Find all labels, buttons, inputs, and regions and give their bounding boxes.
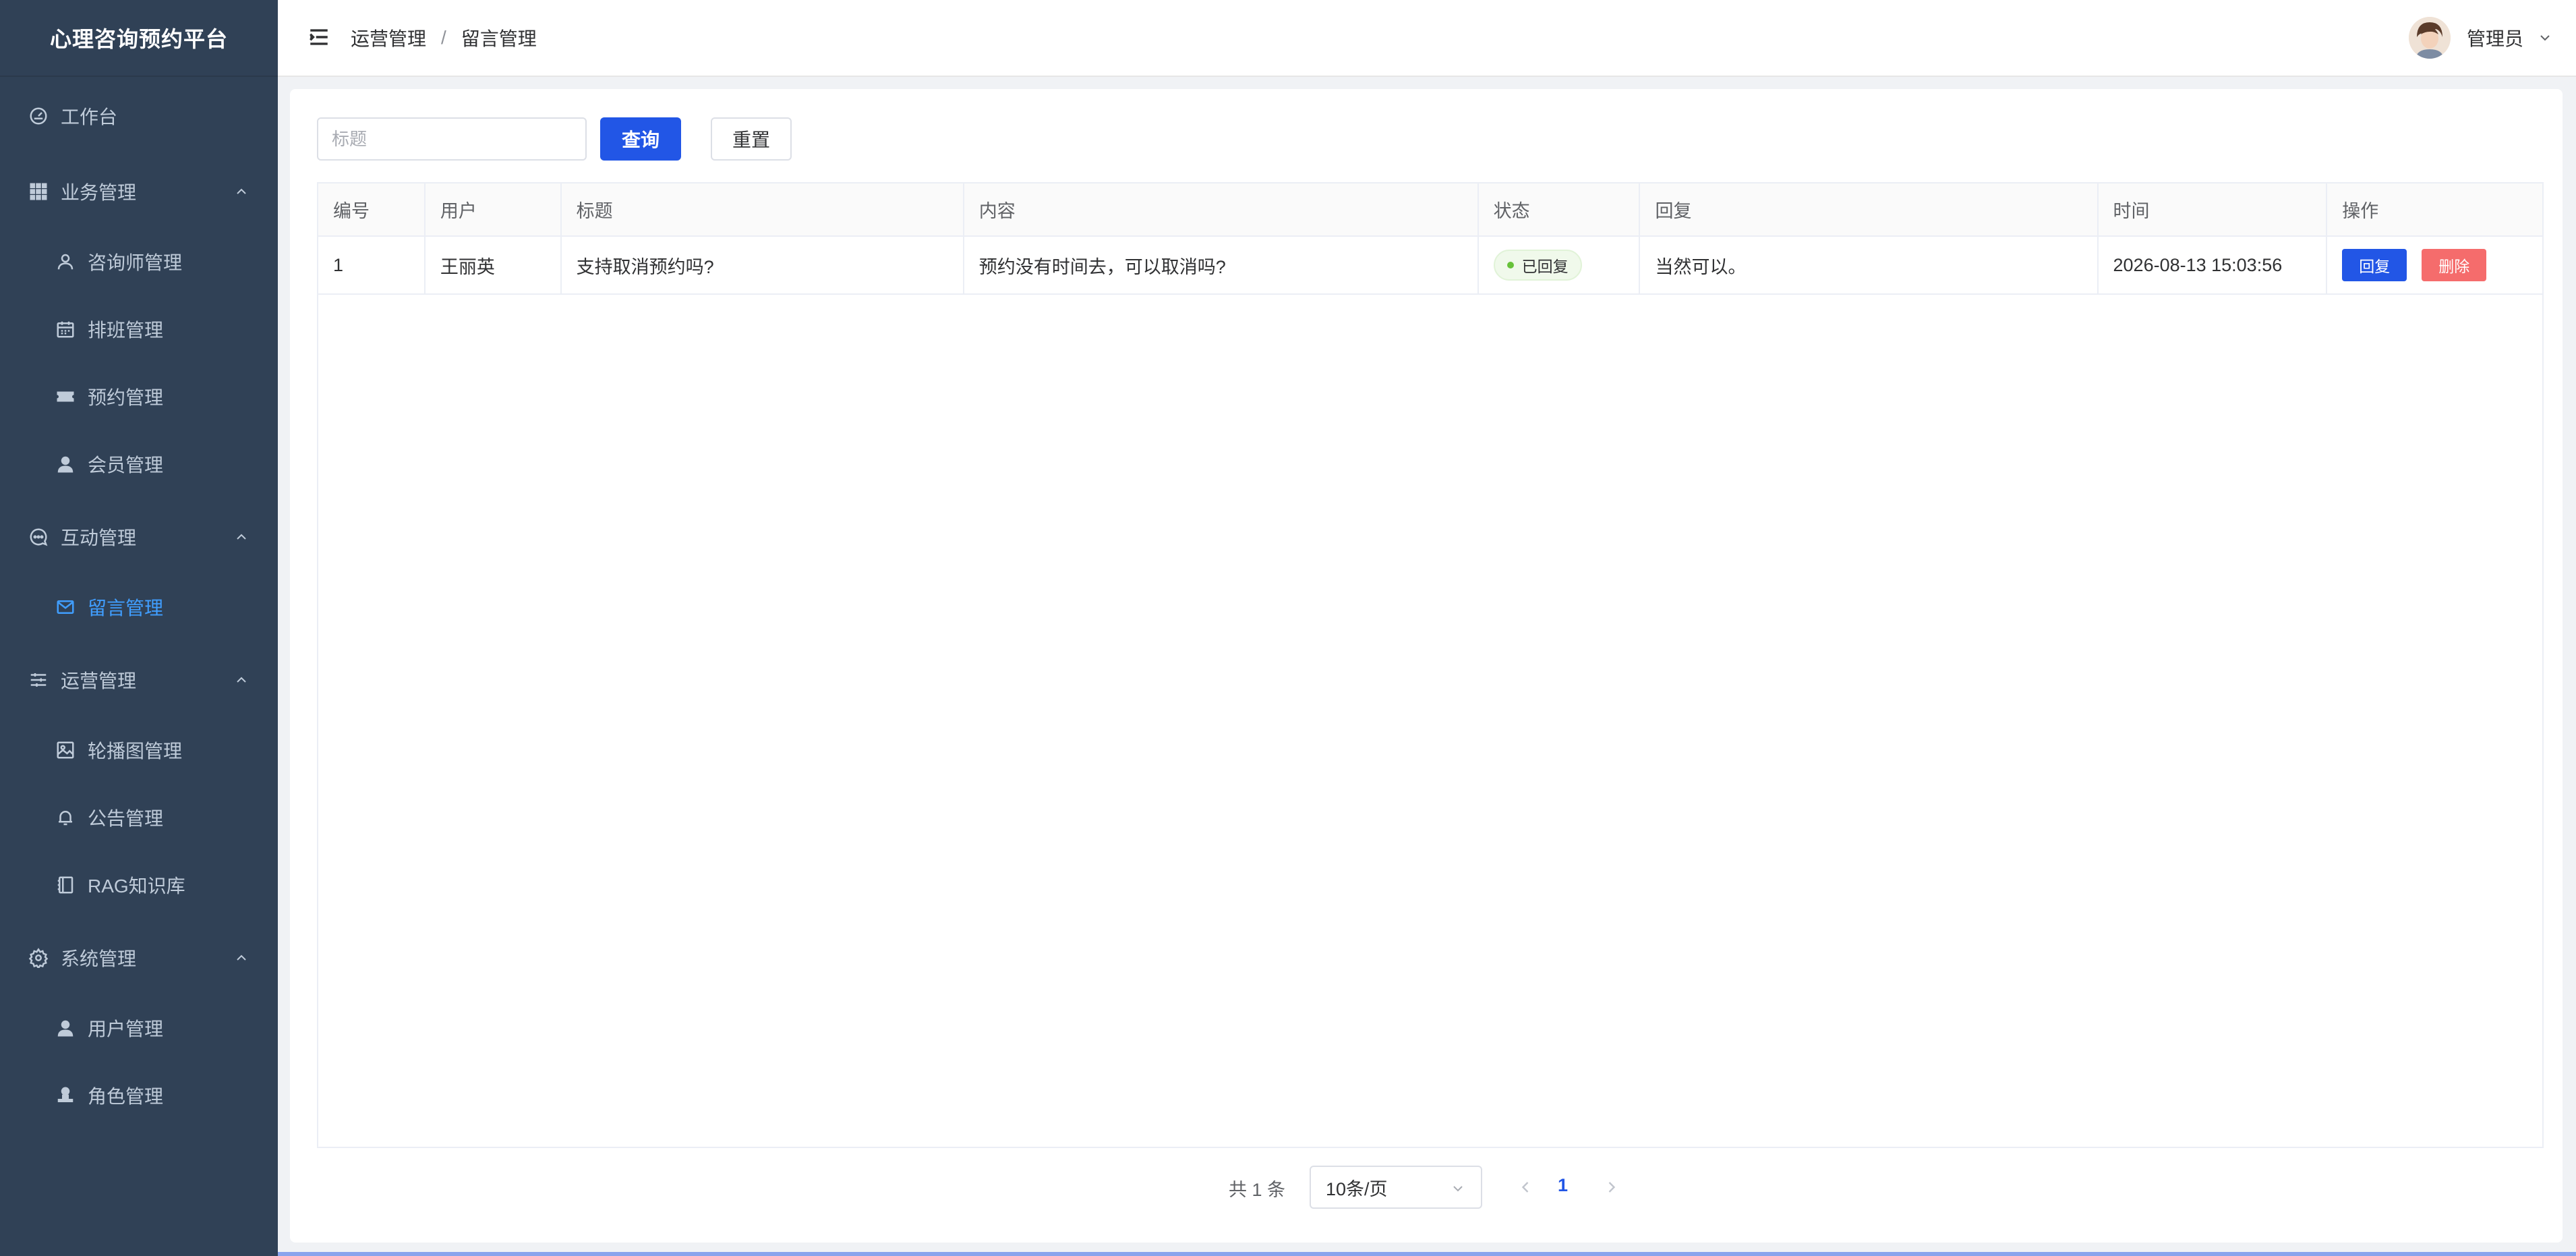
grid-icon	[27, 180, 50, 203]
cell-status: 已回复	[1477, 236, 1641, 295]
sidebar-item-carousel[interactable]: 轮播图管理	[0, 723, 278, 777]
app-logo-title: 心理咨询预约平台	[0, 0, 278, 77]
sidebar-item-members[interactable]: 会员管理	[0, 437, 278, 491]
user-outline-icon	[54, 250, 77, 273]
sidebar-group-system[interactable]: 系统管理	[0, 931, 278, 985]
reset-button[interactable]: 重置	[711, 117, 792, 161]
chevron-up-icon	[237, 677, 246, 683]
sidebar-item-label: 公告管理	[88, 808, 164, 829]
table-row: 1 王丽英 支持取消预约吗? 预约没有时间去，可以取消吗? 已回复 当然可以。 …	[318, 236, 2542, 295]
chevron-down-icon	[2540, 35, 2550, 41]
sidebar-item-label: 咨询师管理	[88, 252, 183, 273]
delete-button[interactable]: 删除	[2422, 249, 2487, 281]
sidebar-item-users[interactable]: 用户管理	[0, 1001, 278, 1055]
chevron-up-icon	[237, 954, 246, 961]
page-number-current[interactable]: 1	[1558, 1175, 1568, 1196]
sidebar-item-label: 排班管理	[88, 320, 164, 341]
notebook-icon	[54, 874, 77, 896]
sidebar-item-label: 会员管理	[88, 455, 164, 476]
menu-fold-icon[interactable]	[308, 26, 330, 49]
settings-icon	[27, 946, 50, 969]
pagination-total: 共 1 条	[1229, 1180, 1286, 1200]
sidebar-item-label: 互动管理	[61, 527, 137, 548]
sidebar-item-announcements[interactable]: 公告管理	[0, 791, 278, 845]
sidebar-item-label: 留言管理	[88, 598, 164, 619]
ticket-icon	[54, 385, 77, 408]
content-card: 查询 重置 编号 用户 标题 内容 状态 回复 时间	[290, 89, 2563, 1243]
sidebar-group-interaction[interactable]: 互动管理	[0, 510, 278, 564]
user-menu[interactable]: 管理员	[2408, 13, 2553, 62]
column-header-time: 时间	[2097, 183, 2328, 237]
column-header-title: 标题	[560, 183, 964, 237]
app-root: 心理咨询预约平台 工作台 业务管理 咨询师管理 排班管理 预约管理 会员管理 互…	[0, 0, 2576, 1256]
sidebar-item-schedule[interactable]: 排班管理	[0, 302, 278, 356]
status-text: 已回复	[1521, 258, 1569, 275]
sidebar-item-label: RAG知识库	[88, 876, 185, 896]
messages-table: 编号 用户 标题 内容 状态 回复 时间 操作 1 王丽英 支持取消预约吗? 预…	[317, 182, 2544, 1148]
cell-id: 1	[318, 236, 426, 295]
sidebar-item-label: 轮播图管理	[88, 741, 183, 762]
bell-icon	[54, 806, 77, 829]
sidebar-item-roles[interactable]: 角色管理	[0, 1068, 278, 1122]
breadcrumb-separator: /	[441, 27, 446, 48]
sidebar-group-business[interactable]: 业务管理	[0, 165, 278, 219]
cell-reply: 当然可以。	[1639, 236, 2099, 295]
page-size-value: 10条/页	[1326, 1178, 1388, 1199]
user-icon	[54, 453, 77, 476]
top-header: 运营管理 / 留言管理 管理员	[278, 0, 2576, 77]
column-header-user: 用户	[424, 183, 562, 237]
calendar-icon	[54, 318, 77, 341]
sidebar-item-counselors[interactable]: 咨询师管理	[0, 235, 278, 289]
pagination: 共 1 条 10条/页 1	[290, 1166, 2563, 1209]
sidebar-item-label: 系统管理	[61, 948, 137, 969]
chevron-down-icon	[1453, 1186, 1463, 1192]
sidebar-item-label: 工作台	[61, 107, 118, 127]
column-header-actions: 操作	[2326, 183, 2542, 237]
column-header-id: 编号	[318, 183, 426, 237]
column-header-status: 状态	[1477, 183, 1641, 237]
table-header-row: 编号 用户 标题 内容 状态 回复 时间 操作	[318, 183, 2542, 237]
chevron-up-icon	[237, 188, 246, 194]
column-header-reply: 回复	[1639, 183, 2099, 237]
sidebar-group-operations[interactable]: 运营管理	[0, 653, 278, 707]
chat-icon	[27, 525, 50, 548]
cell-content: 预约没有时间去，可以取消吗?	[963, 236, 1479, 295]
user-icon	[54, 1017, 77, 1039]
next-page-icon[interactable]	[1602, 1178, 1621, 1197]
cell-actions: 回复 删除	[2326, 236, 2542, 295]
breadcrumb-item[interactable]: 运营管理	[351, 24, 426, 51]
stamp-icon	[54, 1084, 77, 1107]
sliders-icon	[27, 668, 50, 691]
user-name: 管理员	[2466, 28, 2523, 49]
status-dot-icon	[1506, 262, 1514, 268]
cell-user: 王丽英	[424, 236, 562, 295]
status-badge: 已回复	[1493, 250, 1582, 281]
reply-button[interactable]: 回复	[2342, 249, 2407, 281]
prev-page-icon[interactable]	[1516, 1178, 1535, 1197]
sidebar-item-messages[interactable]: 留言管理	[0, 580, 278, 634]
cell-title: 支持取消预约吗?	[560, 236, 964, 295]
dashboard-icon	[27, 105, 50, 127]
page-size-select[interactable]: 10条/页	[1310, 1166, 1482, 1209]
sidebar-item-appointments[interactable]: 预约管理	[0, 370, 278, 424]
sidebar-item-label: 运营管理	[61, 670, 137, 691]
query-button[interactable]: 查询	[600, 117, 681, 161]
chevron-up-icon	[237, 534, 246, 540]
title-search-input[interactable]	[317, 117, 587, 161]
sidebar: 心理咨询预约平台 工作台 业务管理 咨询师管理 排班管理 预约管理 会员管理 互…	[0, 0, 278, 1256]
sidebar-item-dashboard[interactable]: 工作台	[0, 89, 278, 143]
cell-time: 2026-08-13 15:03:56	[2097, 236, 2328, 295]
sidebar-item-label: 业务管理	[61, 182, 137, 203]
sidebar-item-rag[interactable]: RAG知识库	[0, 858, 278, 912]
bottom-accent-line	[278, 1252, 2576, 1256]
picture-icon	[54, 739, 77, 762]
breadcrumb-item-current: 留言管理	[461, 28, 537, 49]
sidebar-item-label: 预约管理	[88, 387, 164, 408]
avatar	[2408, 17, 2451, 59]
column-header-content: 内容	[963, 183, 1479, 237]
message-icon	[54, 596, 77, 619]
breadcrumb: 运营管理 / 留言管理	[351, 24, 537, 51]
sidebar-item-label: 用户管理	[88, 1019, 164, 1039]
sidebar-item-label: 角色管理	[88, 1086, 164, 1107]
